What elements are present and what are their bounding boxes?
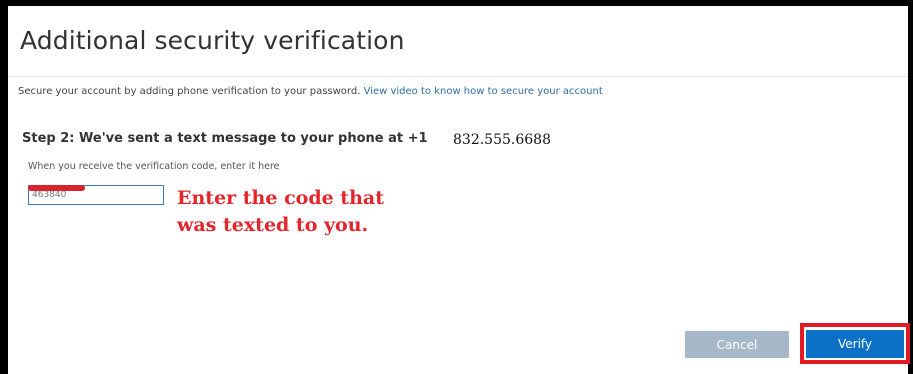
step-heading: Step 2: We've sent a text message to you… xyxy=(22,131,428,146)
intro-text: Secure your account by adding phone veri… xyxy=(18,86,603,97)
intro-description: Secure your account by adding phone veri… xyxy=(18,86,361,97)
verification-instruction: When you receive the verification code, … xyxy=(28,161,280,172)
secure-account-video-link[interactable]: View video to know how to secure your ac… xyxy=(364,86,603,97)
frame-border-top xyxy=(0,0,913,6)
annotation-line-1: Enter the code that xyxy=(177,187,384,209)
annotation-line-2: was texted to you. xyxy=(177,214,369,236)
phone-number: 832.555.6688 xyxy=(453,132,551,148)
verify-button[interactable]: Verify xyxy=(806,330,904,358)
page-title: Additional security verification xyxy=(20,26,405,55)
dialog-frame: Additional security verification Secure … xyxy=(0,0,913,374)
cancel-button[interactable]: Cancel xyxy=(685,331,789,358)
title-divider xyxy=(8,76,908,77)
annotation-callout: Enter the code that was texted to you. xyxy=(177,185,457,239)
frame-border-right xyxy=(908,0,913,374)
frame-border-left xyxy=(0,0,8,374)
redaction-mark xyxy=(28,185,85,191)
